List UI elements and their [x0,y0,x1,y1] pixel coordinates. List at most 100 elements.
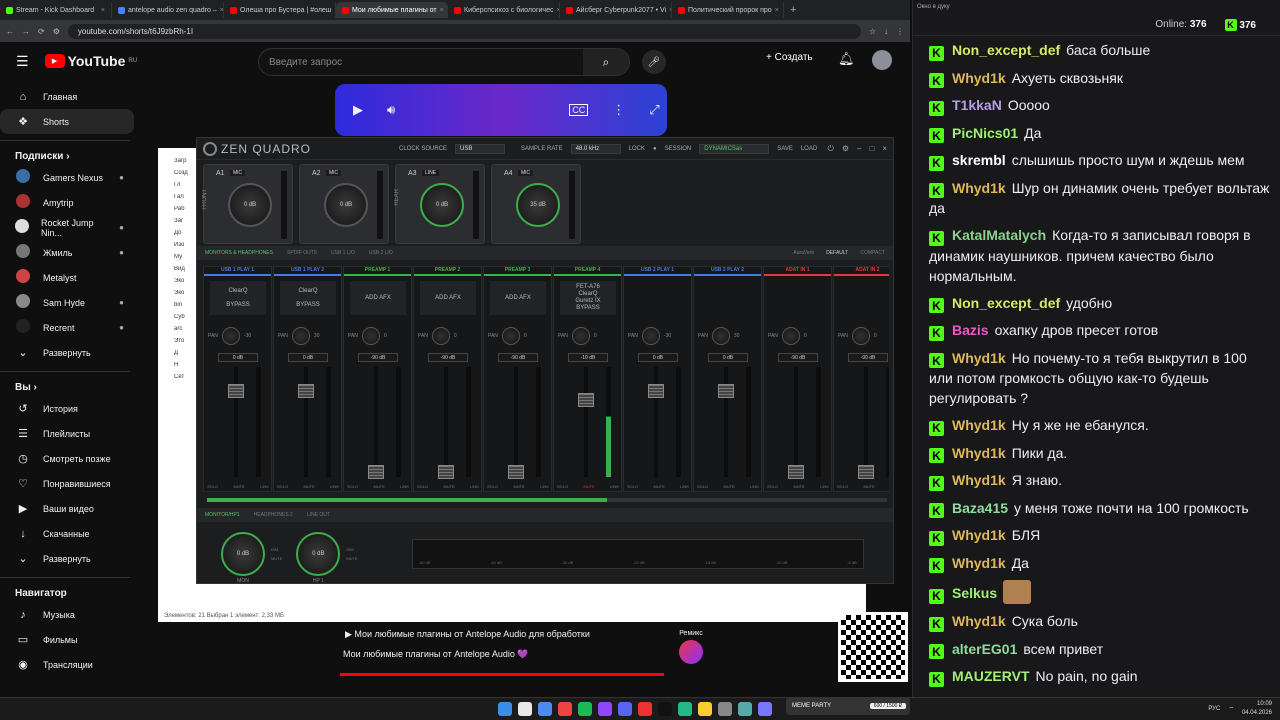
volume-icon[interactable]: 🔊︎ [387,102,395,118]
wifi-icon[interactable]: ⌔ [1228,705,1234,713]
solo-button[interactable]: SOLO [557,484,568,489]
pan-control[interactable]: PAN 0 [768,327,807,345]
fader-track[interactable] [794,367,798,477]
back-icon[interactable]: ← [6,27,14,36]
add-afx-button[interactable]: ADD AFX [490,281,546,315]
taskbar-app-icon[interactable] [618,702,632,716]
solo-button[interactable]: SOLO [277,484,288,489]
pan-knob[interactable] [781,327,800,345]
create-button[interactable]: + Создать [766,52,813,63]
search-icon[interactable]: ⌕ [583,49,629,75]
you-title[interactable]: Вы › [0,372,150,396]
explorer-nav-item[interactable]: До [158,230,196,242]
dim-button[interactable]: DIM [346,545,357,554]
sidebar-item-понравившиеся[interactable]: ♡ Понравившиеся [0,471,134,496]
reload-icon[interactable]: ⟳ [38,27,45,36]
chat-username[interactable]: Whyd1k [952,555,1006,571]
chat-username[interactable]: Whyd1k [952,350,1006,366]
mute-button[interactable]: MUTE [303,484,314,489]
solo-button[interactable]: SOLO [837,484,848,489]
dim-button[interactable]: DIM [271,545,282,554]
explorer-nav-item[interactable]: Му [158,254,196,266]
download-icon[interactable]: ↓ [884,27,888,36]
solo-button[interactable]: SOLO [767,484,778,489]
clock-source-select[interactable]: USB [455,143,506,154]
browser-tab[interactable]: Айсберг Cyberpunk2077 • Vi× [560,2,672,18]
fader-handle[interactable] [858,464,874,479]
sidebar-item-плейлисты[interactable]: ☰ Плейлисты [0,421,134,446]
taskbar-app-icon[interactable] [538,702,552,716]
sidebar-item-развернуть[interactable]: ⌄ Развернуть [0,546,134,571]
pan-knob[interactable] [851,327,870,345]
taskbar-app-icon[interactable] [758,702,772,716]
video-description-link[interactable]: ▶ Мои любимые плагины от Antelope Audio … [335,624,667,644]
mute-button[interactable]: MUTE [271,554,282,563]
mute-button[interactable]: MUTE [443,484,454,489]
new-tab-button[interactable]: + [784,4,802,16]
forward-icon[interactable]: → [22,27,30,36]
explorer-nav-item[interactable]: Эко [158,290,196,302]
link-button[interactable]: LINK [260,484,269,489]
fader-track[interactable] [584,367,588,477]
link-button[interactable]: LINK [330,484,339,489]
explorer-nav-item[interactable]: Cyb [158,314,196,326]
mute-button[interactable]: MUTE [346,554,357,563]
solo-button[interactable]: SOLO [697,484,708,489]
mute-button[interactable]: MUTE [793,484,804,489]
chat-username[interactable]: Whyd1k [952,472,1006,488]
sidebar-item-история[interactable]: ↺ История [0,396,134,421]
chat-username[interactable]: KatalMatalych [952,227,1046,243]
preamp-source-select[interactable]: MIC [230,170,246,176]
explorer-nav-item[interactable]: Эко [158,278,196,290]
captions-icon[interactable]: CC [569,104,589,116]
default-view-button[interactable]: DEFAULT [826,250,848,256]
explorer-nav-item[interactable]: Д [158,350,196,362]
scrollbar-thumb[interactable] [207,498,607,502]
solo-button[interactable]: SOLO [417,484,428,489]
browser-tab[interactable]: Политический пророк про × [672,2,784,18]
tab-close-icon[interactable]: × [775,7,779,14]
fader-handle[interactable] [648,384,664,399]
pan-knob[interactable] [361,327,380,345]
link-button[interactable]: LINK [470,484,479,489]
subscription-item[interactable]: Metalyst [0,265,134,290]
browser-tab[interactable]: Олеша про Бустера | #олеш× [224,2,336,18]
notifications-bell-icon[interactable]: 🔔︎ [838,51,855,67]
chat-username[interactable]: Whyd1k [952,613,1006,629]
chat-username[interactable]: T1kkaN [952,97,1002,113]
solo-button[interactable]: SOLO [207,484,218,489]
subscriptions-title[interactable]: Подписки › [0,141,150,165]
preamp-source-select[interactable]: LINE [422,170,440,176]
solo-button[interactable]: SOLO [347,484,358,489]
fader-handle[interactable] [718,384,734,399]
fader-handle[interactable] [298,384,314,399]
output-tab-headphones-2[interactable]: HEADPHONES 2 [254,512,293,518]
mute-button[interactable]: MUTE [583,484,594,489]
url-field[interactable]: youtube.com/shorts/t6J9zbRh-1I [67,23,861,39]
explorer-nav-item[interactable]: arc [158,326,196,338]
subscriptions-expand[interactable]: ⌄ Развернуть [0,340,134,365]
chat-username[interactable]: Baza415 [952,500,1008,516]
pan-knob[interactable] [571,327,590,345]
more-options-icon[interactable]: ⋮ [612,102,625,118]
taskbar-app-icon[interactable] [558,702,572,716]
fader-track[interactable] [374,367,378,477]
subscription-item[interactable]: Recrent ● [0,315,134,340]
mute-button[interactable]: MUTE [863,484,874,489]
tab-close-icon[interactable]: × [101,7,105,14]
explorer-nav-item[interactable]: Н [158,362,196,374]
site-info-icon[interactable]: ⚙ [53,27,60,36]
sidebar-item-главная[interactable]: ⌂ Главная [0,84,134,109]
mute-button[interactable]: MUTE [723,484,734,489]
explorer-nav-item[interactable]: Гл [158,182,196,194]
explorer-nav-item[interactable]: Сет [158,374,196,386]
pan-control[interactable]: PAN 0 [558,327,597,345]
add-afx-button[interactable]: ADD AFX [420,281,476,315]
pan-control[interactable]: PAN 0 [488,327,527,345]
taskbar-app-icon[interactable] [498,702,512,716]
explorer-nav-item[interactable]: Раб [158,206,196,218]
mute-button[interactable]: MUTE [653,484,664,489]
link-button[interactable]: LINK [540,484,549,489]
taskbar-app-icon[interactable] [738,702,752,716]
pan-knob[interactable] [291,327,310,345]
